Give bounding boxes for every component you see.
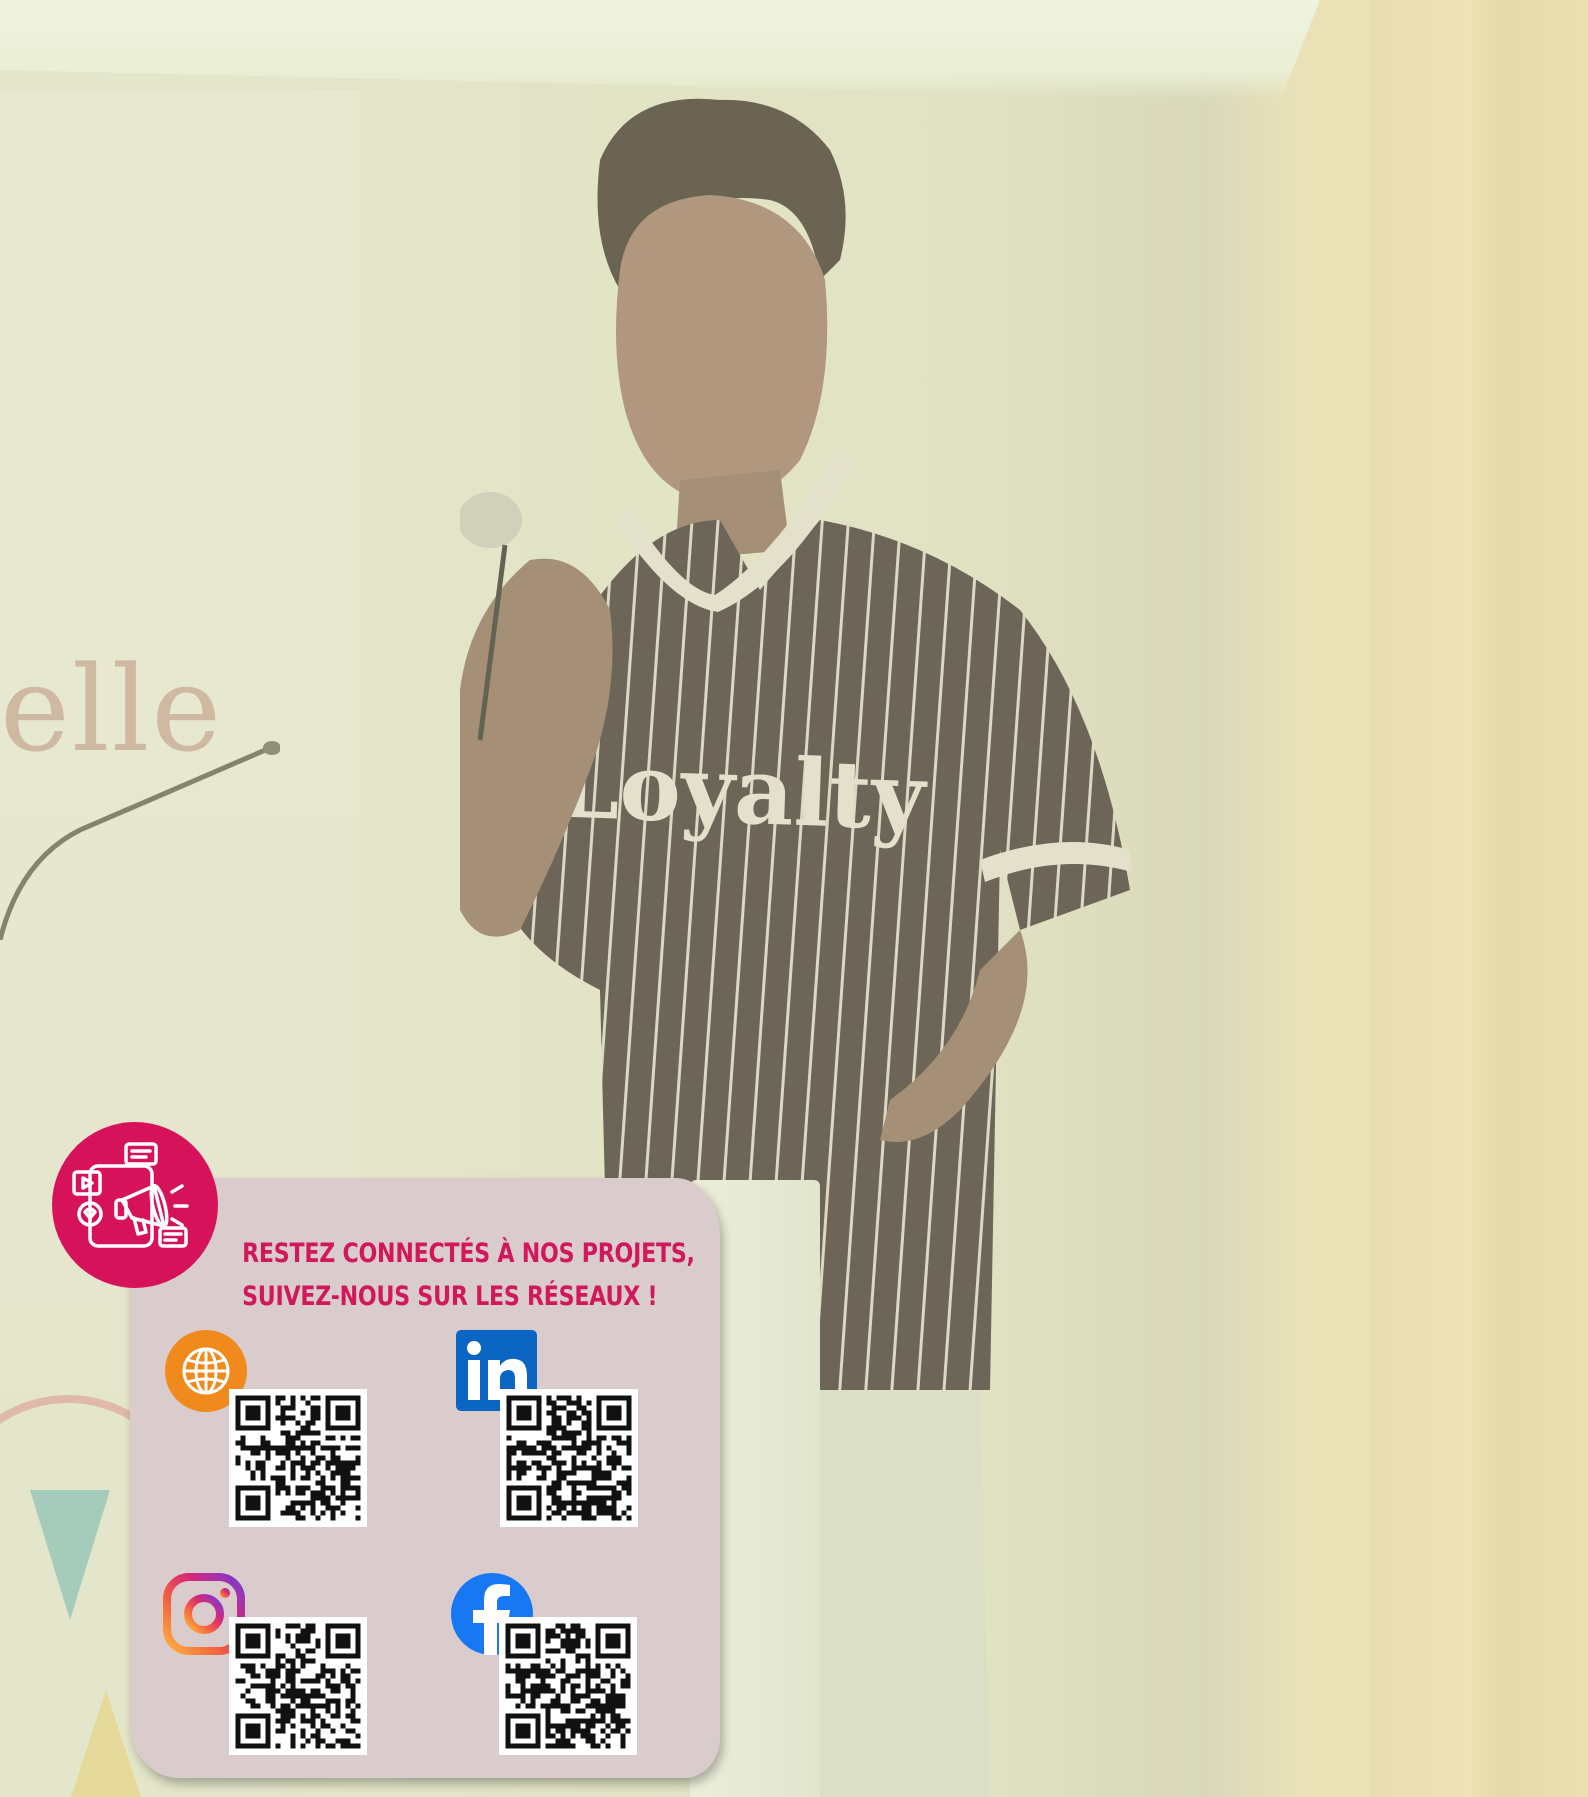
facebook-qr-code[interactable] (499, 1617, 637, 1755)
card-headline: RESTEZ CONNECTÉS À NOS PROJETS, SUIVEZ-N… (242, 1232, 695, 1318)
social-media-megaphone-icon (72, 1142, 189, 1248)
instagram-qr-code[interactable] (229, 1617, 367, 1755)
headline-line-2: SUIVEZ-NOUS SUR LES RÉSEAUX ! (242, 1281, 658, 1312)
headline-line-1: RESTEZ CONNECTÉS À NOS PROJETS, (242, 1238, 695, 1269)
linkedin-qr-code[interactable] (500, 1389, 638, 1527)
megaphone-badge (52, 1122, 218, 1288)
website-qr-code[interactable] (229, 1389, 367, 1527)
